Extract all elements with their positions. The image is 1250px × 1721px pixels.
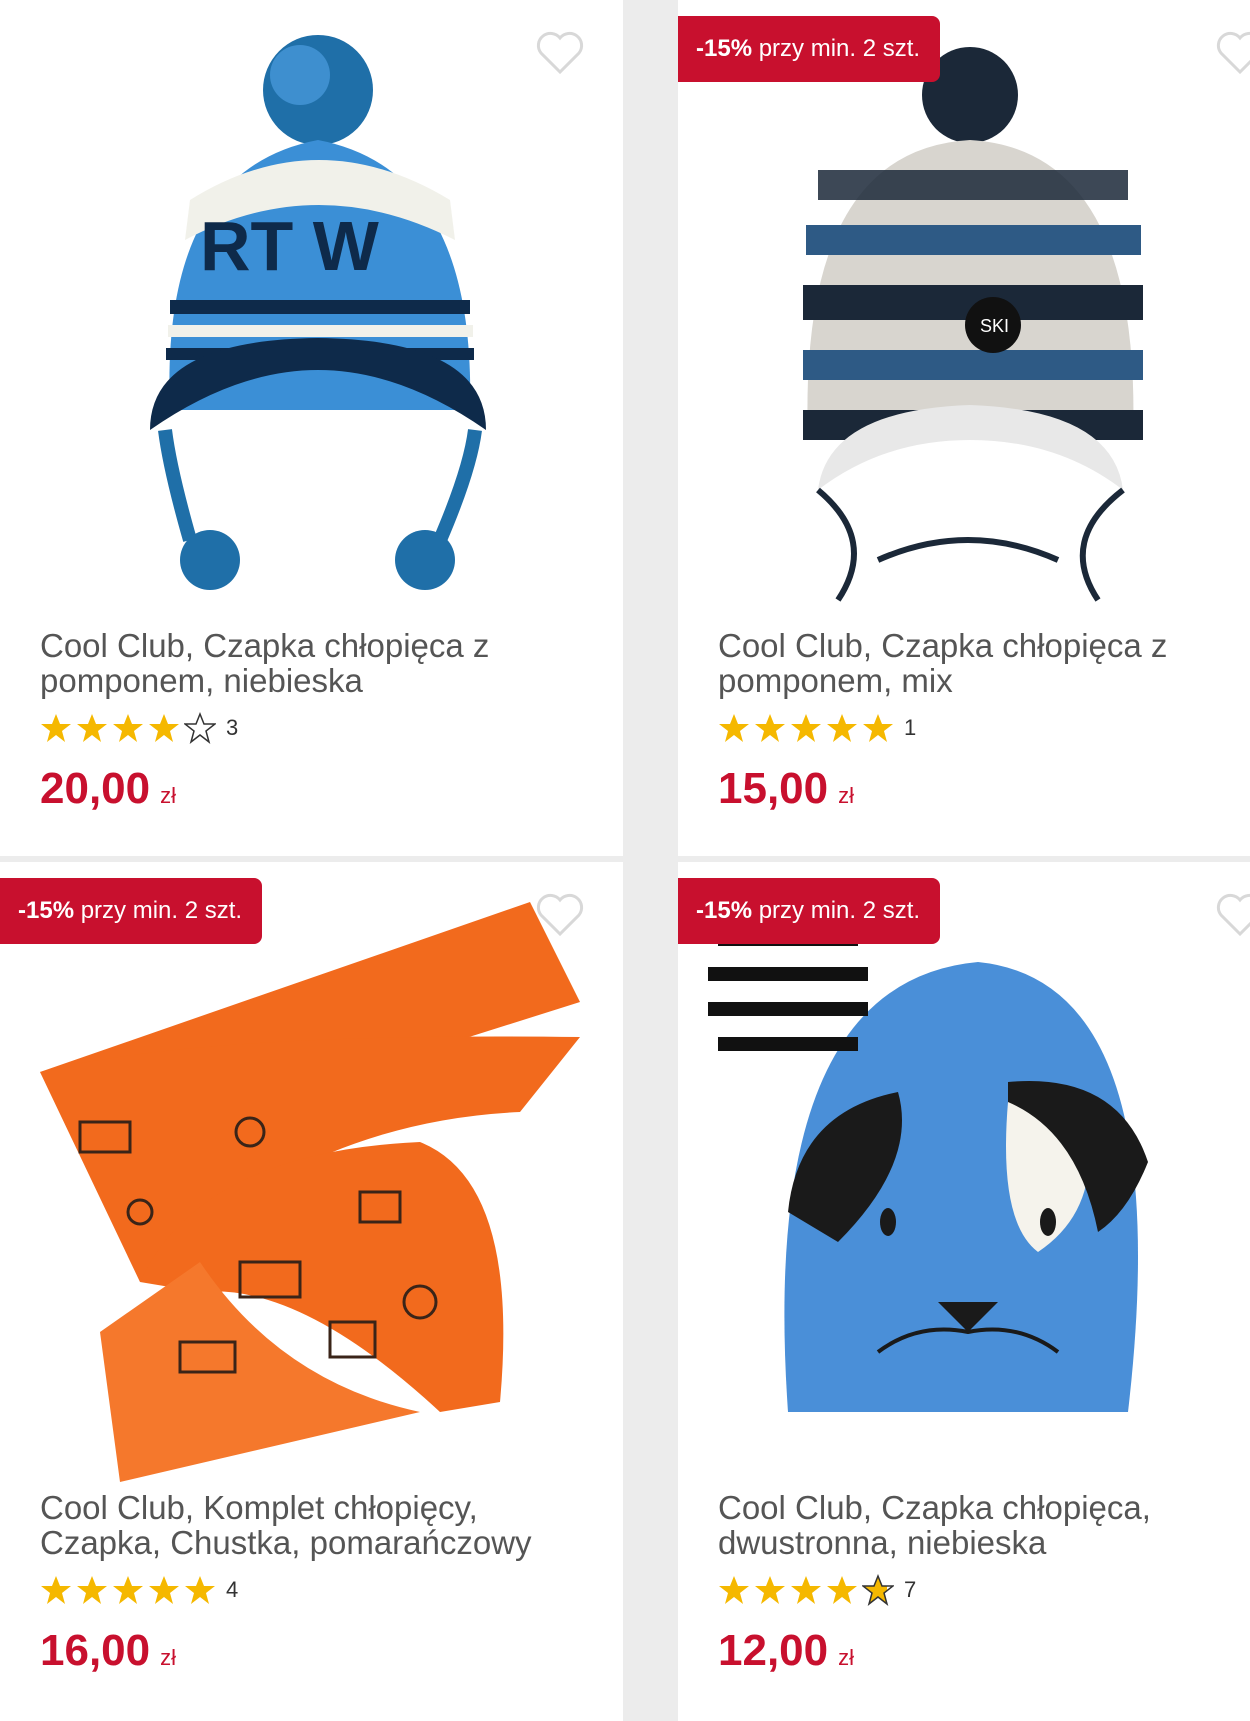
striped-knit-hat-image[interactable]: SKI bbox=[678, 20, 1250, 620]
star-filled-icon bbox=[149, 1576, 179, 1604]
product-title-line: Cool Club, Komplet chłopięcy, bbox=[40, 1489, 478, 1526]
product-card[interactable]: -15% przy min. 2 szt. Cool Club, Czapka … bbox=[678, 862, 1250, 1721]
heart-icon[interactable] bbox=[535, 892, 585, 938]
discount-text: przy min. 2 szt. bbox=[74, 897, 243, 924]
star-filled-icon bbox=[755, 714, 785, 742]
star-filled-icon bbox=[791, 1576, 821, 1604]
star-empty-icon bbox=[184, 712, 216, 744]
product-title[interactable]: Cool Club, Czapka chłopięca, dwustronna,… bbox=[718, 1490, 1250, 1560]
rating-count: 4 bbox=[226, 1577, 239, 1602]
product-title[interactable]: Cool Club, Komplet chłopięcy, Czapka, Ch… bbox=[40, 1490, 600, 1560]
heart-icon[interactable] bbox=[535, 30, 585, 76]
rating-count: 7 bbox=[904, 1577, 917, 1602]
rating-count: 1 bbox=[904, 715, 917, 740]
price: 15,00 zł bbox=[718, 764, 854, 814]
discount-percent: -15% bbox=[18, 897, 75, 924]
heart-icon[interactable] bbox=[1215, 892, 1250, 938]
product-title-line: Cool Club, Czapka chłopięca, bbox=[718, 1489, 1151, 1526]
price: 20,00 zł bbox=[40, 764, 176, 814]
star-filled-icon bbox=[77, 1576, 107, 1604]
star-filled-icon bbox=[185, 1576, 215, 1604]
heart-icon[interactable] bbox=[1215, 30, 1250, 76]
star-filled-icon bbox=[719, 714, 749, 742]
star-filled-icon bbox=[863, 714, 893, 742]
product-title-line: pomponem, niebieska bbox=[40, 662, 363, 699]
star-filled-icon bbox=[791, 714, 821, 742]
rating: 4 bbox=[40, 1572, 238, 1608]
star-filled-icon bbox=[827, 714, 857, 742]
star-filled-icon bbox=[827, 1576, 857, 1604]
price-currency: zł bbox=[160, 783, 176, 808]
price-amount: 12,00 bbox=[718, 1626, 829, 1675]
star-filled-icon bbox=[41, 1576, 71, 1604]
star-filled-icon bbox=[41, 714, 71, 742]
price-amount: 15,00 bbox=[718, 764, 829, 813]
product-title-line: pomponem, mix bbox=[718, 662, 953, 699]
discount-badge: -15% przy min. 2 szt. bbox=[678, 16, 941, 82]
star-filled-icon bbox=[149, 714, 179, 742]
product-card[interactable]: -15% przy min. 2 szt. Cool Club, Komplet… bbox=[0, 862, 623, 1721]
rating: 7 bbox=[718, 1572, 916, 1608]
discount-badge: -15% przy min. 2 szt. bbox=[0, 878, 263, 944]
blue-dog-face-hat-image[interactable] bbox=[678, 882, 1250, 1482]
price: 16,00 zł bbox=[40, 1626, 176, 1676]
rating-count: 3 bbox=[226, 715, 239, 740]
star-filled-icon bbox=[113, 714, 143, 742]
star-filled-icon bbox=[719, 1576, 749, 1604]
price-amount: 16,00 bbox=[40, 1626, 151, 1675]
rating: 1 bbox=[718, 710, 916, 746]
star-filled-icon bbox=[862, 1574, 894, 1606]
svg-text:SKI: SKI bbox=[980, 316, 1009, 336]
product-title[interactable]: Cool Club, Czapka chłopięca z pomponem, … bbox=[40, 628, 600, 698]
price-amount: 20,00 bbox=[40, 764, 151, 813]
product-card[interactable]: RT W Cool Club, Czapka chłopięca z pompo… bbox=[0, 0, 623, 856]
discount-text: przy min. 2 szt. bbox=[752, 35, 921, 62]
price: 12,00 zł bbox=[718, 1626, 854, 1676]
discount-badge: -15% przy min. 2 szt. bbox=[678, 878, 941, 944]
discount-text: przy min. 2 szt. bbox=[752, 897, 921, 924]
product-title-line: Czapka, Chustka, pomarańczowy bbox=[40, 1524, 532, 1561]
star-filled-icon bbox=[113, 1576, 143, 1604]
discount-percent: -15% bbox=[696, 897, 753, 924]
price-currency: zł bbox=[838, 783, 854, 808]
product-title-line: Cool Club, Czapka chłopięca z bbox=[40, 627, 490, 664]
product-title[interactable]: Cool Club, Czapka chłopięca z pomponem, … bbox=[718, 628, 1250, 698]
star-filled-icon bbox=[755, 1576, 785, 1604]
rating: 3 bbox=[40, 710, 238, 746]
svg-text:RT W: RT W bbox=[200, 207, 379, 285]
star-filled-icon bbox=[77, 714, 107, 742]
price-currency: zł bbox=[838, 1645, 854, 1670]
discount-percent: -15% bbox=[696, 35, 753, 62]
product-title-line: dwustronna, niebieska bbox=[718, 1524, 1047, 1561]
product-title-line: Cool Club, Czapka chłopięca z bbox=[718, 627, 1168, 664]
blue-knit-hat-with-pompom-image[interactable]: RT W bbox=[0, 20, 623, 620]
product-card[interactable]: SKI -15% przy min. 2 szt. Cool Club, Cza… bbox=[678, 0, 1250, 856]
price-currency: zł bbox=[160, 1645, 176, 1670]
orange-hat-scarf-set-image[interactable] bbox=[0, 882, 623, 1482]
